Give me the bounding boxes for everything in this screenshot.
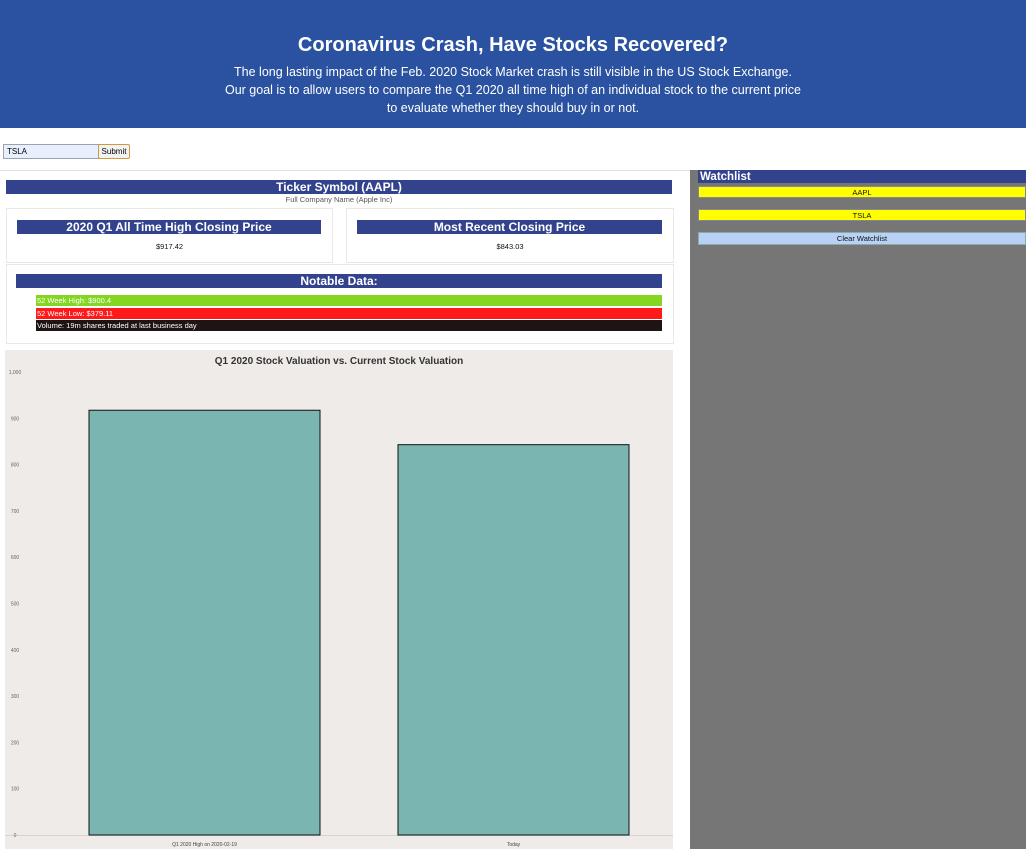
subtitle-line-2: Our goal is to allow users to compare th…: [225, 83, 801, 97]
company-name: Full Company Name (Apple Inc): [285, 195, 393, 204]
y-tick-label: 700: [11, 509, 20, 515]
y-tick-label: 400: [11, 648, 20, 654]
watchlist-sidebar: Watchlist AAPL TSLA Clear Watchlist: [690, 170, 1026, 849]
x-tick-label: Q1 2020 High on 2020-02-19: [172, 842, 237, 848]
recent-price-title: Most Recent Closing Price: [357, 220, 662, 234]
q1-high-card: 2020 Q1 All Time High Closing Price $917…: [6, 208, 333, 263]
y-tick-label: 900: [11, 416, 20, 422]
submit-button[interactable]: Submit: [98, 144, 130, 159]
watchlist-item-tsla[interactable]: TSLA: [698, 209, 1026, 221]
page-title: Coronavirus Crash, Have Stocks Recovered…: [297, 34, 729, 56]
clear-watchlist-button[interactable]: Clear Watchlist: [698, 232, 1026, 245]
search-row: [0, 128, 1026, 171]
y-tick-label: 0: [14, 833, 17, 839]
chart-bar: [88, 409, 321, 836]
ticker-input[interactable]: [3, 144, 99, 159]
recent-price-card: Most Recent Closing Price $843.03: [346, 208, 674, 263]
valuation-bar-chart: Q1 2020 Stock Valuation vs. Current Stoc…: [5, 356, 673, 848]
week-high-row: 52 Week High: $900.4: [36, 295, 662, 306]
y-tick-label: 500: [11, 602, 20, 608]
watchlist-title: Watchlist: [698, 170, 1026, 183]
subtitle-line-3: to evaluate whether they should buy in o…: [386, 101, 640, 115]
watchlist-item-aapl[interactable]: AAPL: [698, 186, 1026, 198]
y-tick-label: 1,000: [9, 370, 22, 376]
subtitle-line-1: The long lasting impact of the Feb. 2020…: [234, 65, 792, 79]
header-banner: Coronavirus Crash, Have Stocks Recovered…: [0, 0, 1026, 128]
recent-price-value: $843.03: [496, 242, 524, 251]
week-low-row: 52 Week Low: $379.11: [36, 308, 662, 319]
notable-data-title: Notable Data:: [16, 274, 662, 288]
valuation-chart-panel: Q1 2020 Stock Valuation vs. Current Stoc…: [5, 350, 673, 849]
x-tick-label: Today: [507, 842, 521, 848]
volume-row: Volume: 19m shares traded at last busine…: [36, 320, 662, 331]
q1-high-value: $917.42: [155, 242, 184, 251]
chart-bar: [397, 444, 630, 836]
y-tick-label: 300: [11, 694, 20, 700]
y-tick-label: 200: [11, 740, 20, 746]
ticker-symbol-title: Ticker Symbol (AAPL): [6, 180, 672, 194]
q1-high-title: 2020 Q1 All Time High Closing Price: [17, 220, 321, 234]
y-tick-label: 100: [11, 787, 20, 793]
y-tick-label: 800: [11, 463, 20, 469]
y-tick-label: 600: [11, 555, 20, 561]
chart-title: Q1 2020 Stock Valuation vs. Current Stoc…: [215, 356, 463, 367]
